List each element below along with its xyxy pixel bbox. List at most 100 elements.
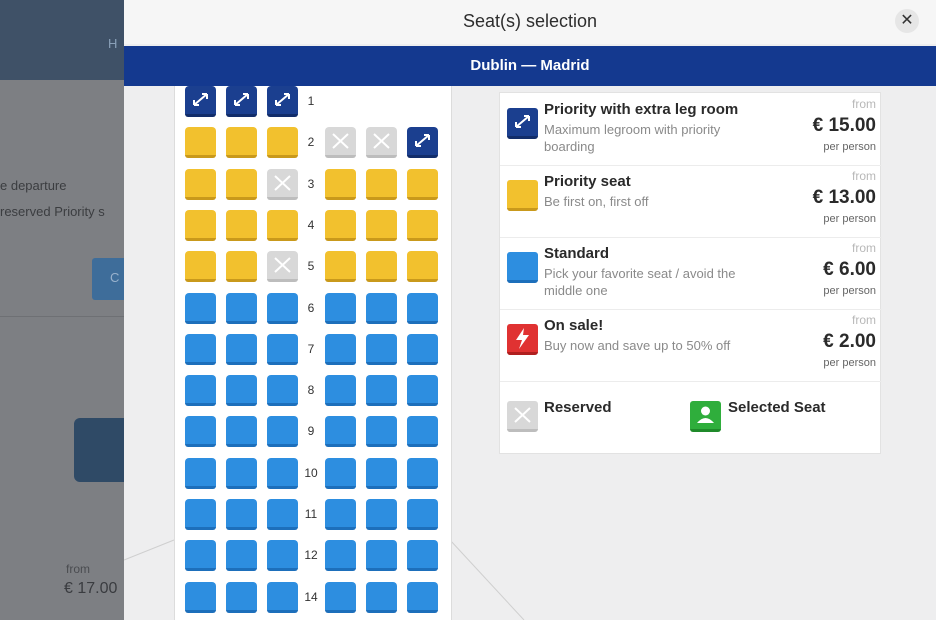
priority-seat[interactable] [407, 209, 438, 241]
priority-seat[interactable] [325, 209, 356, 241]
standard-seat[interactable] [366, 333, 397, 365]
priority-seat[interactable] [226, 209, 257, 241]
standard-seat[interactable] [267, 499, 298, 530]
standard-seat[interactable] [226, 540, 257, 572]
standard-seat[interactable] [267, 333, 298, 365]
standard-seat[interactable] [366, 581, 397, 613]
legend-item-from: from [852, 97, 876, 111]
legend-item-title: Priority seat [544, 173, 631, 190]
standard-seat[interactable] [407, 292, 438, 324]
priority-seat[interactable] [185, 168, 216, 200]
row-number: 8 [307, 383, 315, 398]
legend-item-price: € 6.00 [823, 259, 876, 280]
standard-seat[interactable] [185, 540, 216, 572]
legend-item-title: On sale! [544, 317, 604, 334]
priority-seat[interactable] [325, 168, 356, 200]
priority-seat[interactable] [226, 251, 257, 283]
extra-legroom-seat[interactable] [407, 127, 438, 159]
standard-seat[interactable] [226, 581, 257, 613]
row-number: 5 [307, 259, 315, 274]
standard-seat[interactable] [325, 416, 356, 448]
standard-seat[interactable] [185, 581, 216, 613]
legend-item-title: Standard [544, 245, 610, 262]
standard-seat[interactable] [407, 457, 438, 489]
priority-seat[interactable] [185, 209, 216, 241]
standard-seat[interactable] [185, 375, 216, 407]
extra-legroom-seat[interactable] [185, 86, 216, 117]
standard-seat[interactable] [366, 292, 397, 324]
extra-legroom-icon [507, 108, 538, 139]
background-price: € 17.00 [64, 580, 118, 597]
standard-seat[interactable] [185, 457, 216, 489]
standard-seat[interactable] [366, 416, 397, 448]
standard-seat[interactable] [267, 540, 298, 572]
row-number: 14 [304, 589, 318, 604]
row-number: 4 [307, 217, 315, 232]
extra-legroom-seat[interactable] [267, 86, 298, 117]
priority-seat[interactable] [267, 209, 298, 241]
priority-seat[interactable] [185, 127, 216, 159]
row-number: 7 [307, 341, 315, 356]
standard-seat[interactable] [226, 416, 257, 448]
standard-seat[interactable] [407, 581, 438, 613]
suitcase-icon [74, 418, 130, 482]
standard-seat[interactable] [325, 333, 356, 365]
standard-seat[interactable] [325, 540, 356, 572]
reserved-seat [325, 127, 356, 159]
standard-seat[interactable] [407, 540, 438, 572]
standard-seat[interactable] [325, 457, 356, 489]
seat-legend: Priority with extra leg room Maximum legr… [499, 92, 882, 454]
row-number: 12 [304, 548, 318, 563]
standard-seat[interactable] [226, 499, 257, 530]
priority-seat[interactable] [226, 168, 257, 200]
legend-item-description: Pick your favorite seat / avoid the midd… [544, 266, 736, 298]
priority-seat[interactable] [366, 251, 397, 283]
standard-seat[interactable] [366, 457, 397, 489]
standard-seat[interactable] [366, 375, 397, 407]
legend-item-price: € 15.00 [812, 115, 876, 136]
standard-seat[interactable] [267, 581, 298, 613]
standard-seat[interactable] [226, 375, 257, 407]
standard-seat[interactable] [366, 540, 397, 572]
standard-seat[interactable] [185, 499, 216, 530]
priority-seat[interactable] [366, 209, 397, 241]
legend-item-price: € 2.00 [823, 331, 876, 352]
standard-seat[interactable] [407, 416, 438, 448]
priority-seat[interactable] [226, 127, 257, 159]
priority-seat[interactable] [325, 251, 356, 283]
legend-item-title: Priority with extra leg room [544, 101, 739, 118]
background-reserved-text: reserved Priority s [0, 204, 105, 219]
standard-seat[interactable] [226, 333, 257, 365]
standard-seat[interactable] [185, 292, 216, 324]
standard-seat[interactable] [325, 292, 356, 324]
standard-seat[interactable] [267, 292, 298, 324]
standard-seat[interactable] [407, 375, 438, 407]
standard-seat[interactable] [226, 292, 257, 324]
reserved-seat [267, 168, 298, 200]
standard-seat[interactable] [267, 457, 298, 489]
extra-legroom-seat[interactable] [226, 86, 257, 117]
standard-seat[interactable] [407, 333, 438, 365]
standard-seat[interactable] [325, 375, 356, 407]
standard-seat[interactable] [407, 499, 438, 530]
priority-seat[interactable] [407, 251, 438, 283]
priority-seat[interactable] [407, 168, 438, 200]
priority-seat-icon [507, 180, 538, 211]
standard-seat[interactable] [267, 375, 298, 407]
priority-seat[interactable] [185, 251, 216, 283]
standard-seat[interactable] [325, 581, 356, 613]
row-number: 2 [307, 135, 315, 150]
reserved-label: Reserved [544, 399, 612, 416]
priority-seat[interactable] [267, 127, 298, 159]
background-header-text: H [108, 36, 118, 51]
priority-seat[interactable] [366, 168, 397, 200]
standard-seat[interactable] [185, 416, 216, 448]
legend-item-per-person: per person [823, 213, 876, 225]
standard-seat[interactable] [366, 499, 397, 530]
standard-seat[interactable] [267, 416, 298, 448]
standard-seat[interactable] [325, 499, 356, 530]
selected-seat-icon [690, 401, 721, 432]
standard-seat[interactable] [226, 457, 257, 489]
background-departure-text: e departure [0, 178, 67, 193]
standard-seat[interactable] [185, 333, 216, 365]
